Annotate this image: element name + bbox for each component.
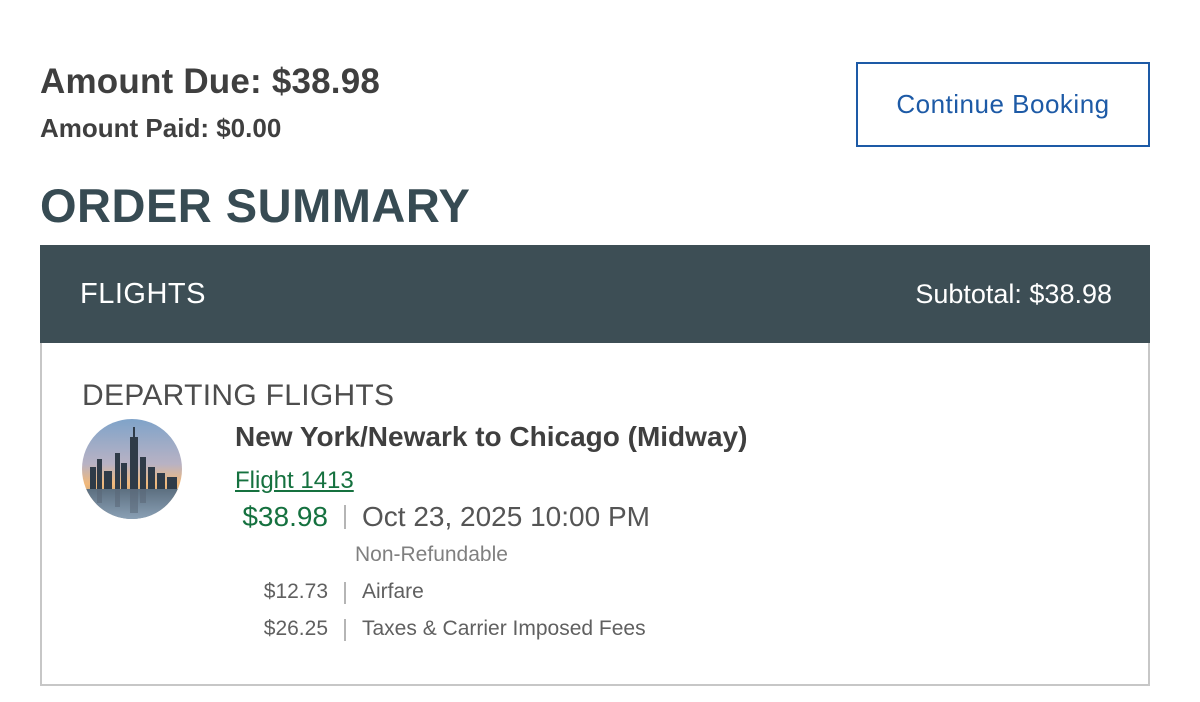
order-summary-title: ORDER SUMMARY bbox=[40, 179, 471, 232]
price-row: $38.98 Oct 23, 2025 10:00 PM bbox=[42, 501, 1148, 537]
flight-datetime: Oct 23, 2025 10:00 PM bbox=[362, 501, 650, 532]
divider bbox=[344, 619, 346, 641]
fee-amount: $12.73 bbox=[263, 580, 328, 603]
fee-label: Airfare bbox=[362, 580, 424, 603]
divider bbox=[344, 582, 346, 604]
flights-header-label: FLIGHTS bbox=[80, 277, 206, 310]
fee-label: Taxes & Carrier Imposed Fees bbox=[362, 617, 646, 640]
flights-panel: FLIGHTS Subtotal: $38.98 DEPARTING FLIGH… bbox=[40, 245, 1150, 686]
departing-flights-heading: DEPARTING FLIGHTS bbox=[82, 379, 395, 412]
flight-price: $38.98 bbox=[242, 501, 328, 532]
continue-booking-button[interactable]: Continue Booking bbox=[856, 62, 1150, 147]
refund-policy: Non-Refundable bbox=[355, 543, 508, 566]
flight-route: New York/Newark to Chicago (Midway) bbox=[235, 421, 748, 452]
flight-number-link[interactable]: Flight 1413 bbox=[235, 467, 354, 495]
flights-header: FLIGHTS Subtotal: $38.98 bbox=[40, 245, 1150, 343]
amount-paid: Amount Paid: $0.00 bbox=[40, 113, 282, 143]
fee-row: $26.25 Taxes & Carrier Imposed Fees bbox=[42, 617, 1148, 647]
amount-due: Amount Due: $38.98 bbox=[40, 62, 381, 101]
fee-amount: $26.25 bbox=[263, 617, 328, 640]
flights-subtotal: Subtotal: $38.98 bbox=[915, 278, 1112, 309]
divider bbox=[344, 505, 346, 529]
fee-row: $12.73 Airfare bbox=[42, 580, 1148, 610]
